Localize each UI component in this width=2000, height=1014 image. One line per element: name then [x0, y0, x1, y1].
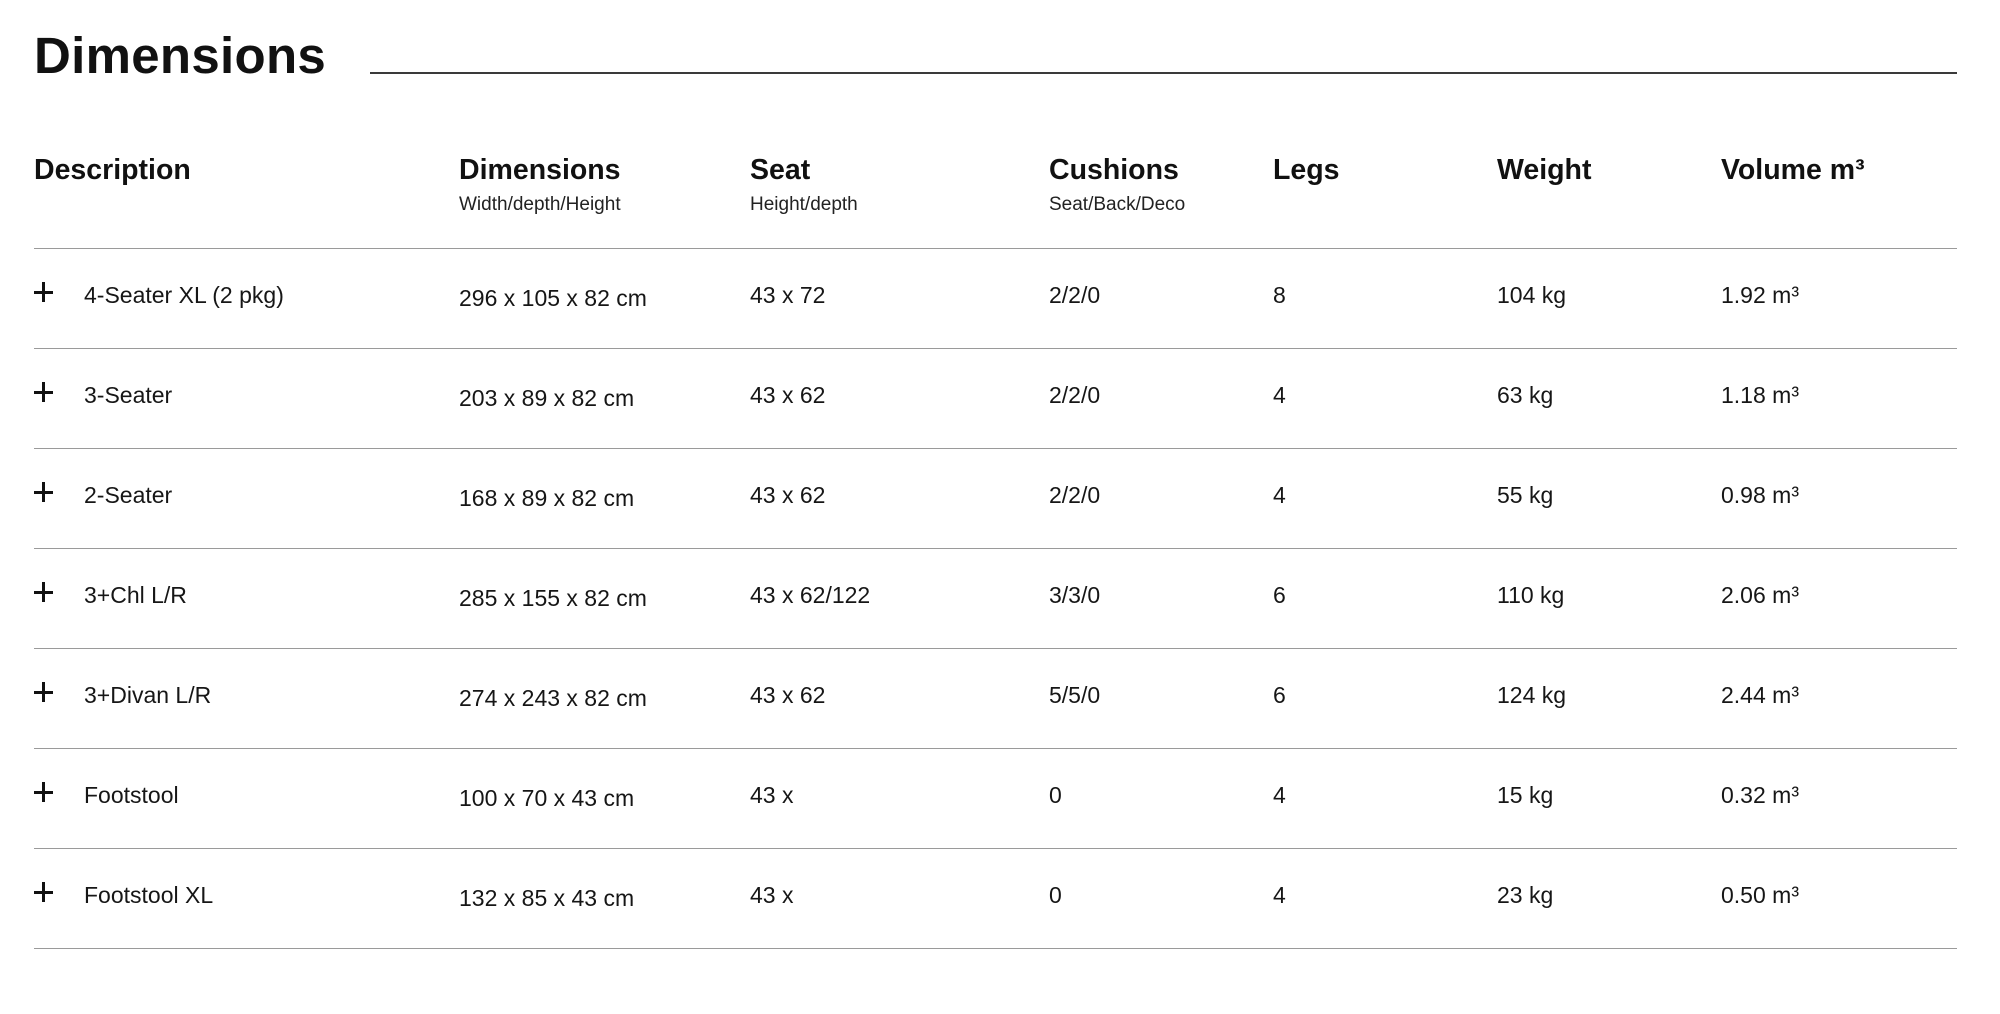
column-header-label: Weight [1497, 154, 1592, 186]
row-volume: 0.50 m³ [1721, 882, 1799, 908]
row-description: 3+Divan L/R [84, 682, 212, 708]
row-description: 2-Seater [84, 482, 173, 508]
column-header-sublabel: Seat/Back/Deco [1049, 194, 1186, 215]
plus-icon[interactable] [34, 782, 54, 802]
column-header-sublabel: Width/depth/Height [459, 194, 621, 215]
row-description: 4-Seater XL (2 pkg) [84, 282, 284, 308]
plus-icon[interactable] [34, 282, 54, 302]
column-header-seat: Seat Height/depth [750, 152, 858, 218]
row-description: Footstool XL [84, 882, 214, 908]
row-dimensions: 274 x 243 x 82 cm [459, 685, 647, 711]
column-header-description: Description [34, 152, 191, 188]
row-cushions: 2/2/0 [1049, 482, 1101, 508]
row-dimensions: 203 x 89 x 82 cm [459, 385, 635, 411]
row-dimensions: 100 x 70 x 43 cm [459, 785, 635, 811]
title-divider [370, 72, 1957, 74]
row-cushions: 2/2/0 [1049, 382, 1101, 408]
row-volume: 1.92 m³ [1721, 282, 1799, 308]
row-seat: 43 x 62 [750, 682, 826, 708]
column-header-volume: Volume m³ [1721, 152, 1865, 188]
plus-icon[interactable] [34, 682, 54, 702]
dimensions-table: Description Dimensions Width/depth/Heigh… [34, 152, 1957, 949]
row-legs: 6 [1273, 582, 1286, 608]
table-header: Description Dimensions Width/depth/Heigh… [34, 152, 1957, 249]
row-description: Footstool [84, 782, 179, 808]
row-weight: 124 kg [1497, 682, 1567, 708]
row-seat: 43 x [750, 882, 794, 908]
column-header-label: Cushions [1049, 154, 1179, 186]
row-description: 3-Seater [84, 382, 173, 408]
row-seat: 43 x [750, 782, 794, 808]
page-header: Dimensions [34, 24, 1957, 84]
table-row[interactable]: 3+Divan L/R 274 x 243 x 82 cm 43 x 62 5/… [34, 649, 1957, 749]
row-cushions: 3/3/0 [1049, 582, 1101, 608]
row-cushions: 0 [1049, 782, 1062, 808]
row-seat: 43 x 62 [750, 482, 826, 508]
row-legs: 4 [1273, 382, 1286, 408]
column-header-dimensions: Dimensions Width/depth/Height [459, 152, 621, 218]
column-header-sublabel: Height/depth [750, 194, 858, 215]
column-header-label: Seat [750, 154, 811, 186]
column-header-label: Description [34, 154, 191, 186]
row-dimensions: 296 x 105 x 82 cm [459, 285, 647, 311]
column-header-label: Volume m³ [1721, 154, 1865, 186]
plus-icon[interactable] [34, 882, 54, 902]
row-legs: 6 [1273, 682, 1286, 708]
column-header-weight: Weight [1497, 152, 1591, 188]
row-volume: 0.32 m³ [1721, 782, 1799, 808]
row-description: 3+Chl L/R [84, 582, 187, 608]
row-volume: 1.18 m³ [1721, 382, 1799, 408]
row-weight: 15 kg [1497, 782, 1554, 808]
row-cushions: 2/2/0 [1049, 282, 1101, 308]
row-seat: 43 x 62 [750, 382, 826, 408]
column-header-legs: Legs [1273, 152, 1340, 188]
row-weight: 55 kg [1497, 482, 1554, 508]
row-dimensions: 285 x 155 x 82 cm [459, 585, 647, 611]
row-volume: 2.44 m³ [1721, 682, 1799, 708]
row-dimensions: 132 x 85 x 43 cm [459, 885, 635, 911]
table-row[interactable]: Footstool XL 132 x 85 x 43 cm 43 x 0 4 2… [34, 849, 1957, 949]
column-header-cushions: Cushions Seat/Back/Deco [1049, 152, 1185, 218]
row-legs: 4 [1273, 882, 1286, 908]
table-row[interactable]: 3-Seater 203 x 89 x 82 cm 43 x 62 2/2/0 … [34, 349, 1957, 449]
row-volume: 0.98 m³ [1721, 482, 1799, 508]
row-seat: 43 x 72 [750, 282, 826, 308]
table-row[interactable]: 2-Seater 168 x 89 x 82 cm 43 x 62 2/2/0 … [34, 449, 1957, 549]
row-weight: 110 kg [1497, 582, 1565, 608]
row-seat: 43 x 62/122 [750, 582, 871, 608]
row-weight: 63 kg [1497, 382, 1554, 408]
row-volume: 2.06 m³ [1721, 582, 1799, 608]
page-title: Dimensions [34, 27, 327, 84]
row-legs: 4 [1273, 482, 1286, 508]
row-legs: 4 [1273, 782, 1286, 808]
row-cushions: 0 [1049, 882, 1062, 908]
plus-icon[interactable] [34, 382, 54, 402]
plus-icon[interactable] [34, 582, 54, 602]
plus-icon[interactable] [34, 482, 54, 502]
row-legs: 8 [1273, 282, 1286, 308]
row-weight: 23 kg [1497, 882, 1554, 908]
row-cushions: 5/5/0 [1049, 682, 1101, 708]
column-header-label: Legs [1273, 154, 1340, 186]
table-row[interactable]: Footstool 100 x 70 x 43 cm 43 x 0 4 15 k… [34, 749, 1957, 849]
column-header-label: Dimensions [459, 154, 621, 186]
table-row[interactable]: 3+Chl L/R 285 x 155 x 82 cm 43 x 62/122 … [34, 549, 1957, 649]
row-weight: 104 kg [1497, 282, 1567, 308]
table-row[interactable]: 4-Seater XL (2 pkg) 296 x 105 x 82 cm 43… [34, 249, 1957, 349]
row-dimensions: 168 x 89 x 82 cm [459, 485, 635, 511]
